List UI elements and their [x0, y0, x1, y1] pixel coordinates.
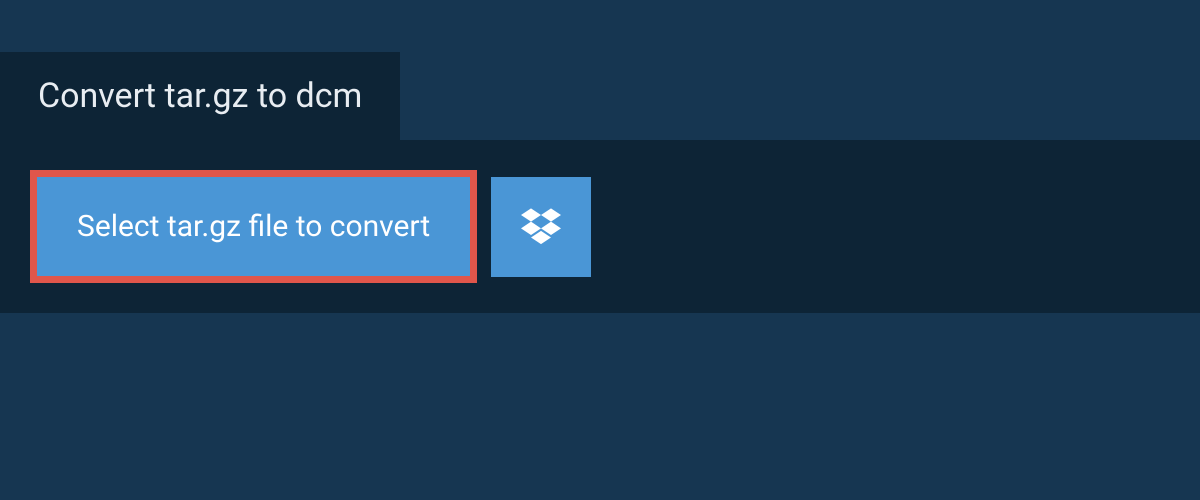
dropbox-button[interactable] [491, 177, 591, 277]
select-file-button[interactable]: Select tar.gz file to convert [30, 170, 477, 283]
upload-panel: Select tar.gz file to convert [0, 140, 1200, 313]
dropbox-icon [521, 205, 561, 249]
header-tab: Convert tar.gz to dcm [0, 52, 400, 140]
page-title: Convert tar.gz to dcm [38, 76, 362, 116]
select-file-label: Select tar.gz file to convert [77, 209, 430, 244]
